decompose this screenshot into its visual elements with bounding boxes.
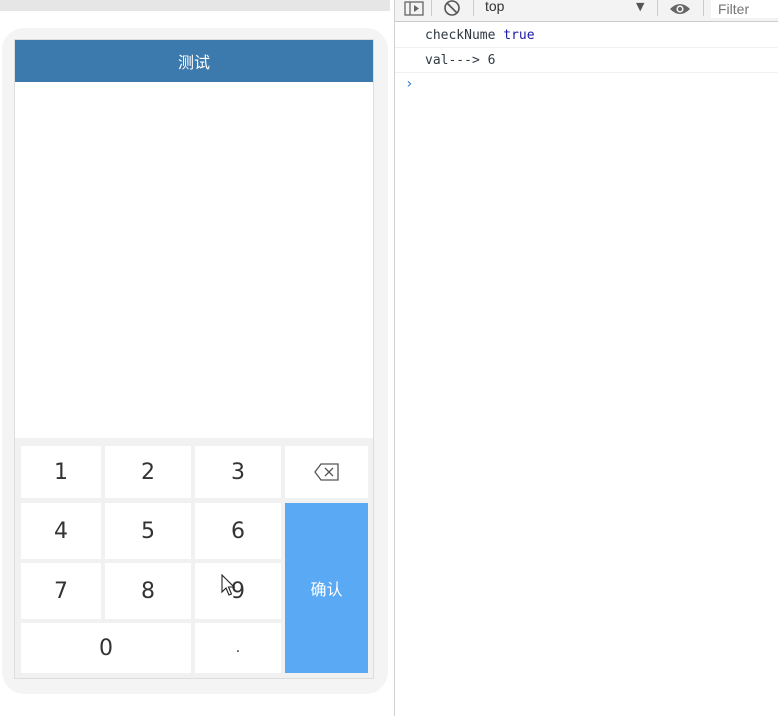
devtools-console-panel: top ▼ checkNume true val---> 6 › bbox=[395, 0, 778, 716]
screen: 测试 1 2 3 4 5 6 确认 7 8 9 0 . top ▼ Filter… bbox=[0, 0, 778, 716]
backspace-key[interactable] bbox=[285, 446, 368, 498]
key-7[interactable]: 7 bbox=[21, 563, 101, 619]
toolbar-separator bbox=[657, 0, 658, 16]
key-5[interactable]: 5 bbox=[105, 503, 191, 559]
confirm-button[interactable]: 确认 bbox=[285, 503, 368, 673]
dropdown-arrow-icon[interactable]: ▼ bbox=[636, 0, 644, 13]
mouse-cursor-icon bbox=[221, 574, 236, 596]
console-toolbar: top ▼ bbox=[395, 0, 778, 22]
eye-icon bbox=[670, 4, 690, 14]
app-content-area bbox=[15, 82, 373, 438]
live-expression-button[interactable] bbox=[667, 0, 693, 18]
log-label: val---> bbox=[425, 53, 480, 68]
console-prompt[interactable]: › bbox=[395, 73, 778, 95]
key-9[interactable]: 9 bbox=[195, 563, 281, 619]
console-log-line: checkNume true bbox=[395, 23, 778, 48]
toolbar-separator bbox=[473, 0, 474, 16]
clear-console-icon bbox=[444, 0, 460, 16]
numeric-keypad: 1 2 3 4 5 6 确认 7 8 9 0 . bbox=[15, 438, 373, 678]
console-messages: checkNume true val---> 6 › bbox=[395, 23, 778, 95]
log-label: checkNume bbox=[425, 28, 496, 43]
log-value: 6 bbox=[487, 53, 496, 68]
key-dot[interactable]: . bbox=[195, 623, 281, 673]
key-8[interactable]: 8 bbox=[105, 563, 191, 619]
clear-console-button[interactable] bbox=[441, 0, 463, 18]
console-log-line: val---> 6 bbox=[395, 48, 778, 73]
backspace-icon bbox=[313, 463, 339, 481]
context-selector[interactable]: top bbox=[485, 0, 504, 14]
sidebar-toggle-button[interactable] bbox=[403, 0, 425, 18]
toolbar-separator bbox=[431, 0, 432, 16]
key-0[interactable]: 0 bbox=[21, 623, 191, 673]
key-3[interactable]: 3 bbox=[195, 446, 281, 498]
log-value: true bbox=[503, 28, 535, 43]
preview-topbar bbox=[0, 0, 390, 11]
toolbar-separator bbox=[703, 0, 704, 16]
device-preview-pane: 测试 1 2 3 4 5 6 确认 7 8 9 0 . bbox=[0, 0, 394, 716]
key-4[interactable]: 4 bbox=[21, 503, 101, 559]
sidebar-toggle-icon bbox=[404, 1, 424, 16]
key-2[interactable]: 2 bbox=[105, 446, 191, 498]
key-1[interactable]: 1 bbox=[21, 446, 101, 498]
key-6[interactable]: 6 bbox=[195, 503, 281, 559]
filter-input[interactable] bbox=[711, 0, 778, 18]
page-title: 测试 bbox=[15, 40, 373, 82]
device-screen: 测试 1 2 3 4 5 6 确认 7 8 9 0 . bbox=[14, 39, 374, 679]
prompt-chevron-icon: › bbox=[405, 76, 414, 92]
